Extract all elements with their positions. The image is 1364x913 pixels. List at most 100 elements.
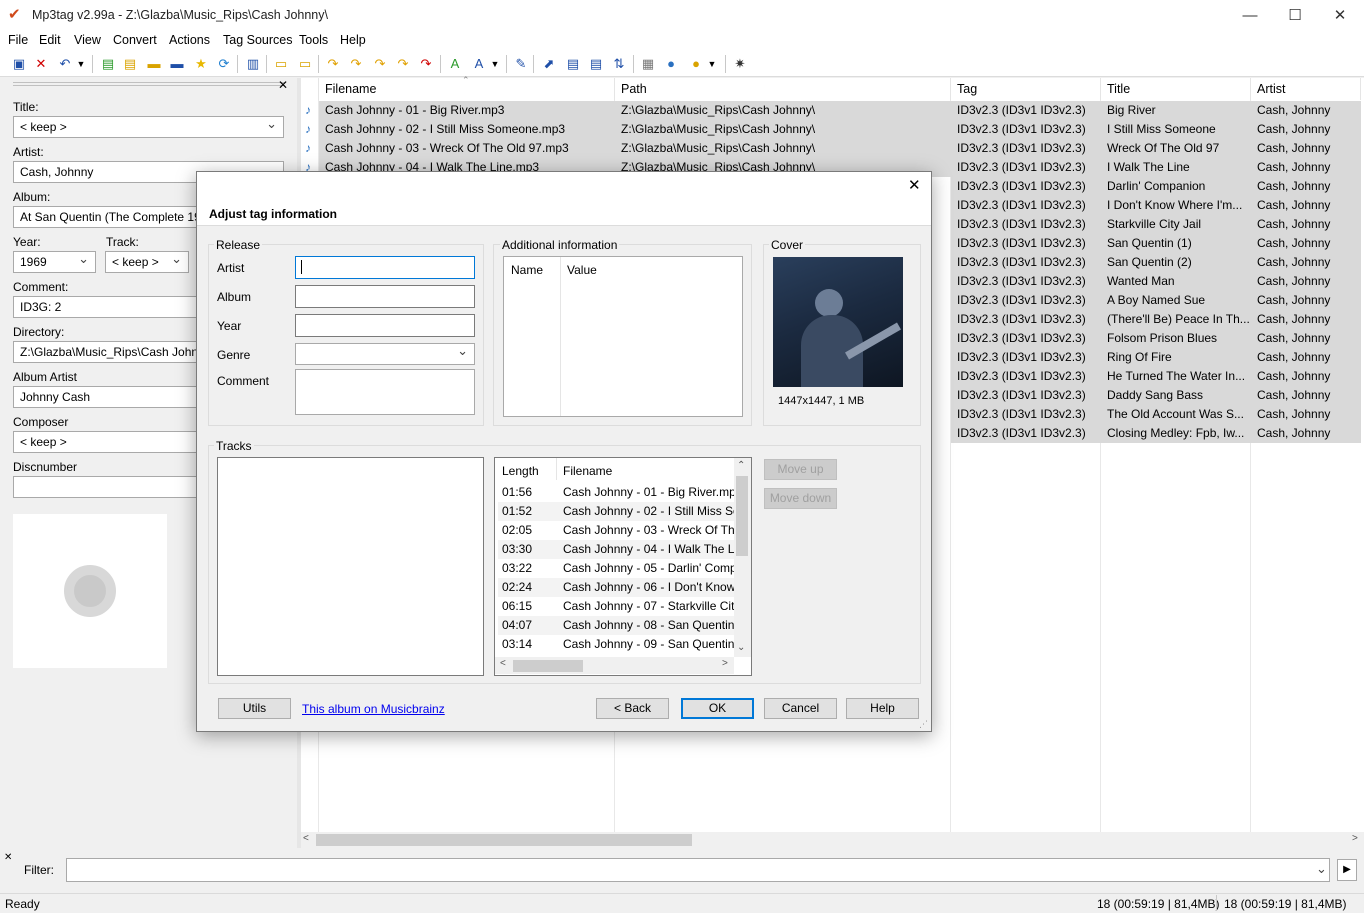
edit-tag-icon[interactable]: ✎ (511, 54, 531, 74)
release-tracks-list[interactable] (217, 457, 484, 676)
deselect-icon[interactable]: ▭ (295, 54, 315, 74)
tracks-hscroll-thumb[interactable] (513, 660, 583, 672)
track-row[interactable]: 02:24 Cash Johnny - 06 - I Don't Know (498, 578, 734, 597)
favorites-star-icon[interactable]: ★ (191, 54, 211, 74)
tag-filename-icon[interactable]: ↷ (323, 54, 343, 74)
dialog-close-icon[interactable]: ✕ (908, 176, 921, 194)
dlg-comment-input[interactable] (295, 369, 475, 415)
actions-icon[interactable]: A (445, 54, 465, 74)
tracks-col-length[interactable]: Length (502, 464, 539, 478)
menu-file[interactable]: File (8, 33, 28, 47)
utils-button[interactable]: Utils (218, 698, 291, 719)
maximize-button[interactable]: ☐ (1272, 0, 1318, 31)
tag-sources-dropdown-icon[interactable]: ▼ (706, 54, 718, 74)
tag-sources-icon[interactable]: ● (686, 54, 706, 74)
scroll-right-icon[interactable]: > (1352, 833, 1358, 844)
close-button[interactable]: ✕ (1317, 0, 1363, 31)
panel-gripper[interactable] (13, 82, 285, 86)
dlg-artist-input[interactable] (295, 256, 475, 279)
track-row[interactable]: 06:15 Cash Johnny - 07 - Starkville City (498, 597, 734, 616)
cancel-button[interactable]: Cancel (764, 698, 837, 719)
back-button[interactable]: < Back (596, 698, 669, 719)
filename-tag-icon[interactable]: ↷ (346, 54, 366, 74)
text-file-tag-icon[interactable]: ↷ (370, 54, 390, 74)
select-all-icon[interactable]: ▭ (271, 54, 291, 74)
scroll-down-icon[interactable]: ⌄ (737, 642, 745, 653)
scroll-left-icon[interactable]: < (303, 833, 309, 844)
tag-tag-icon[interactable]: ↷ (393, 54, 413, 74)
tag-panel-icon[interactable]: ▥ (243, 54, 263, 74)
horizontal-scroll-thumb[interactable] (316, 834, 692, 846)
menu-tag-sources[interactable]: Tag Sources (223, 33, 292, 47)
column-artist[interactable]: Artist (1251, 78, 1361, 100)
help-button[interactable]: Help (846, 698, 919, 719)
autonumber-icon[interactable]: ↷ (416, 54, 436, 74)
title-field[interactable]: < keep > (13, 116, 284, 138)
table-row[interactable]: ♪ Cash Johnny - 03 - Wreck Of The Old 97.… (301, 139, 1361, 158)
tracks-col-filename[interactable]: Filename (563, 464, 612, 478)
column-path[interactable]: Path (615, 78, 951, 100)
menu-view[interactable]: View (74, 33, 101, 47)
web-source-icon[interactable]: ● (661, 54, 681, 74)
album-cover-image[interactable] (773, 257, 903, 387)
refresh-icon[interactable]: ⟳ (214, 54, 234, 74)
track-field[interactable]: < keep > (105, 251, 189, 273)
track-row[interactable]: 04:07 Cash Johnny - 08 - San Quentin (498, 616, 734, 635)
filter-go-button[interactable]: ▶ (1337, 859, 1357, 881)
options-wrench-icon[interactable]: ✷ (730, 54, 750, 74)
undo-icon[interactable]: ↶ (55, 54, 75, 74)
save-icon[interactable]: ▣ (9, 54, 29, 74)
favorite-folder-icon[interactable]: ▬ (167, 54, 187, 74)
additional-col-name[interactable]: Name (511, 263, 543, 277)
minimize-button[interactable]: — (1227, 0, 1273, 31)
musicbrainz-link[interactable]: This album on Musicbrainz (302, 702, 445, 716)
column-icon-header[interactable] (301, 78, 319, 100)
tracks-vscroll-thumb[interactable] (736, 476, 748, 556)
menu-actions[interactable]: Actions (169, 33, 210, 47)
table-row[interactable]: ♪ Cash Johnny - 01 - Big River.mp3 Z:\Glaz… (301, 101, 1361, 120)
track-row[interactable]: 03:30 Cash Johnny - 04 - I Walk The Lin (498, 540, 734, 559)
track-row[interactable]: 03:22 Cash Johnny - 05 - Darlin' Comp (498, 559, 734, 578)
track-row[interactable]: 01:52 Cash Johnny - 02 - I Still Miss So (498, 502, 734, 521)
menu-edit[interactable]: Edit (39, 33, 61, 47)
add-directory-icon[interactable]: ▤ (120, 54, 140, 74)
export-icon[interactable]: ⬈ (539, 54, 559, 74)
undo-dropdown-icon[interactable]: ▼ (75, 54, 87, 74)
playlist-icon[interactable]: ▤ (563, 54, 583, 74)
remove-tag-icon[interactable]: ✕ (31, 54, 51, 74)
track-filename: Cash Johnny - 03 - Wreck Of The (563, 523, 734, 537)
column-title[interactable]: Title (1101, 78, 1251, 100)
column-tag[interactable]: Tag (951, 78, 1101, 100)
menu-convert[interactable]: Convert (113, 33, 157, 47)
sort-icon[interactable]: ⇅ (609, 54, 629, 74)
tracks-scroll-left-icon[interactable]: < (500, 658, 506, 669)
scroll-up-icon[interactable]: ⌃ (737, 460, 745, 471)
dlg-album-input[interactable] (295, 285, 475, 308)
panel-close-icon[interactable]: ✕ (278, 78, 288, 92)
additional-col-value[interactable]: Value (567, 263, 597, 277)
filter-input[interactable] (66, 858, 1330, 882)
tracks-scroll-right-icon[interactable]: > (722, 658, 728, 669)
additional-info-list[interactable] (503, 256, 743, 417)
track-row[interactable]: 01:56 Cash Johnny - 01 - Big River.mp3 (498, 483, 734, 502)
year-field[interactable]: 1969 (13, 251, 96, 273)
resize-grip-icon[interactable]: ⋰ (919, 719, 928, 730)
menu-help[interactable]: Help (340, 33, 366, 47)
move-down-button[interactable]: Move down (764, 488, 837, 509)
playlist-selected-icon[interactable]: ▤ (586, 54, 606, 74)
track-row[interactable]: 03:14 Cash Johnny - 09 - San Quentin (498, 635, 734, 654)
ok-button[interactable]: OK (681, 698, 754, 719)
freedb-icon[interactable]: ▦ (638, 54, 658, 74)
quick-actions-icon[interactable]: A (469, 54, 489, 74)
move-up-button[interactable]: Move up (764, 459, 837, 480)
actions-dropdown-icon[interactable]: ▼ (489, 54, 501, 74)
filter-close-icon[interactable]: ✕ (4, 852, 12, 863)
dlg-genre-select[interactable] (295, 343, 475, 365)
change-directory-icon[interactable]: ▤ (98, 54, 118, 74)
menu-tools[interactable]: Tools (299, 33, 328, 47)
table-row[interactable]: ♪ Cash Johnny - 02 - I Still Miss Someone… (301, 120, 1361, 139)
dlg-year-input[interactable] (295, 314, 475, 337)
folder-icon[interactable]: ▬ (144, 54, 164, 74)
track-row[interactable]: 02:05 Cash Johnny - 03 - Wreck Of The (498, 521, 734, 540)
filter-dropdown-icon[interactable]: ⌄ (1316, 861, 1327, 877)
